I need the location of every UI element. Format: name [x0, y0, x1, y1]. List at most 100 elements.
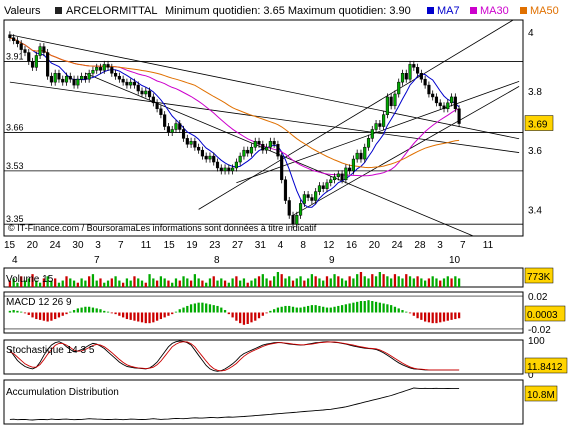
- macd-bar: [442, 312, 446, 322]
- volume-bar: [378, 272, 381, 287]
- volume-bar: [356, 274, 359, 287]
- volume-bar: [239, 280, 242, 287]
- macd-bar: [374, 301, 378, 313]
- macd-bar: [42, 312, 45, 321]
- candle-body: [144, 90, 148, 95]
- x-tick-day-10: 27: [232, 240, 244, 251]
- candle-body: [27, 52, 31, 62]
- candle-body: [219, 167, 223, 172]
- macd-value: 0.0003: [527, 310, 558, 321]
- candle-body: [404, 73, 408, 80]
- macd-bar: [122, 312, 125, 318]
- volume-bar: [303, 280, 306, 287]
- volume-bar: [212, 276, 215, 287]
- macd-bar: [371, 301, 374, 313]
- candle-body: [155, 102, 159, 110]
- volume-bar: [269, 280, 272, 287]
- candle-body: [234, 161, 238, 169]
- volume-bar: [442, 278, 446, 287]
- macd-bar: [295, 307, 298, 313]
- volume-bar: [144, 282, 147, 287]
- macd-bar: [159, 312, 163, 320]
- macd-bar: [435, 312, 438, 324]
- candle-body: [378, 123, 382, 127]
- candle-body: [136, 84, 140, 92]
- candle-body: [287, 200, 291, 216]
- y-tick-left-3: 3.91: [6, 51, 24, 61]
- candle-body: [374, 123, 378, 130]
- volume-bar: [333, 274, 336, 287]
- volume-bar: [337, 276, 340, 287]
- x-tick-day-5: 7: [118, 240, 124, 251]
- x-tick-day-14: 12: [323, 240, 335, 251]
- candle-body: [231, 167, 235, 172]
- volume-bar: [382, 274, 385, 287]
- candle-body: [125, 81, 129, 86]
- volume-bar: [265, 278, 268, 287]
- macd-bar: [314, 305, 317, 313]
- candle-body: [302, 194, 306, 204]
- x-tick-day-12: 4: [278, 240, 284, 251]
- volume-bar: [242, 278, 246, 287]
- candle-body: [110, 67, 114, 74]
- chart-svg: Valeurs ARCELORMITTAL Minimum quotidien:…: [3, 5, 568, 425]
- macd-bar: [152, 312, 155, 323]
- volume-bar: [424, 280, 427, 287]
- volume-value: 773K: [527, 272, 551, 283]
- candle-body: [389, 96, 393, 107]
- volume-bar: [412, 278, 415, 287]
- volume-bar: [374, 276, 378, 287]
- candle-body: [76, 78, 80, 86]
- volume-bar: [427, 278, 431, 287]
- volume-bar: [186, 278, 189, 287]
- volume-bar: [261, 274, 264, 287]
- volume-bar: [371, 274, 374, 287]
- candle-body: [242, 149, 246, 157]
- macd-bar: [23, 312, 27, 314]
- macd-bar: [54, 312, 57, 320]
- volume-bar: [159, 276, 163, 287]
- x-tick-day-15: 16: [346, 240, 358, 251]
- x-tick-day-13: 8: [300, 240, 306, 251]
- candle-body: [72, 78, 76, 86]
- volume-bar: [231, 278, 234, 287]
- candle-body: [68, 75, 72, 80]
- candle-body: [106, 64, 110, 68]
- macd-bar: [31, 312, 34, 318]
- volume-panel: Volume 15 773K: [3, 267, 554, 288]
- candle-body: [91, 70, 95, 74]
- macd-bar: [291, 306, 295, 313]
- volume-bar: [420, 278, 423, 287]
- volume-bar: [295, 278, 298, 287]
- x-month-label-7: 7: [94, 255, 100, 266]
- candle-body: [215, 161, 220, 169]
- x-tick-day-6: 11: [141, 240, 152, 251]
- candle-body: [151, 96, 155, 104]
- volume-bar: [182, 276, 185, 287]
- candle-body: [8, 34, 12, 39]
- candle-body: [185, 138, 189, 145]
- x-tick-day-11: 31: [255, 240, 267, 251]
- candle-body: [427, 84, 431, 95]
- candle-body: [382, 114, 386, 127]
- macd-bar: [269, 310, 272, 313]
- macd-bar: [186, 305, 189, 313]
- candle-body: [419, 73, 423, 80]
- volume-bar: [95, 280, 98, 287]
- candle-body: [438, 102, 442, 107]
- candle-body: [204, 155, 208, 160]
- y-tick-right-2: 3.8: [528, 87, 542, 98]
- candle-body: [431, 93, 435, 98]
- volume-bar: [227, 282, 230, 287]
- candle-body: [283, 179, 288, 201]
- macd-bar: [197, 302, 200, 313]
- macd-bar: [20, 311, 23, 313]
- volume-bar: [118, 280, 121, 287]
- volume-bar: [197, 278, 200, 287]
- macd-bar: [8, 310, 12, 313]
- macd-bar: [261, 312, 264, 316]
- macd-bar: [69, 311, 72, 313]
- macd-bar: [171, 312, 174, 315]
- macd-bar: [416, 312, 419, 319]
- y-tick-left-1: 3.53: [6, 161, 24, 171]
